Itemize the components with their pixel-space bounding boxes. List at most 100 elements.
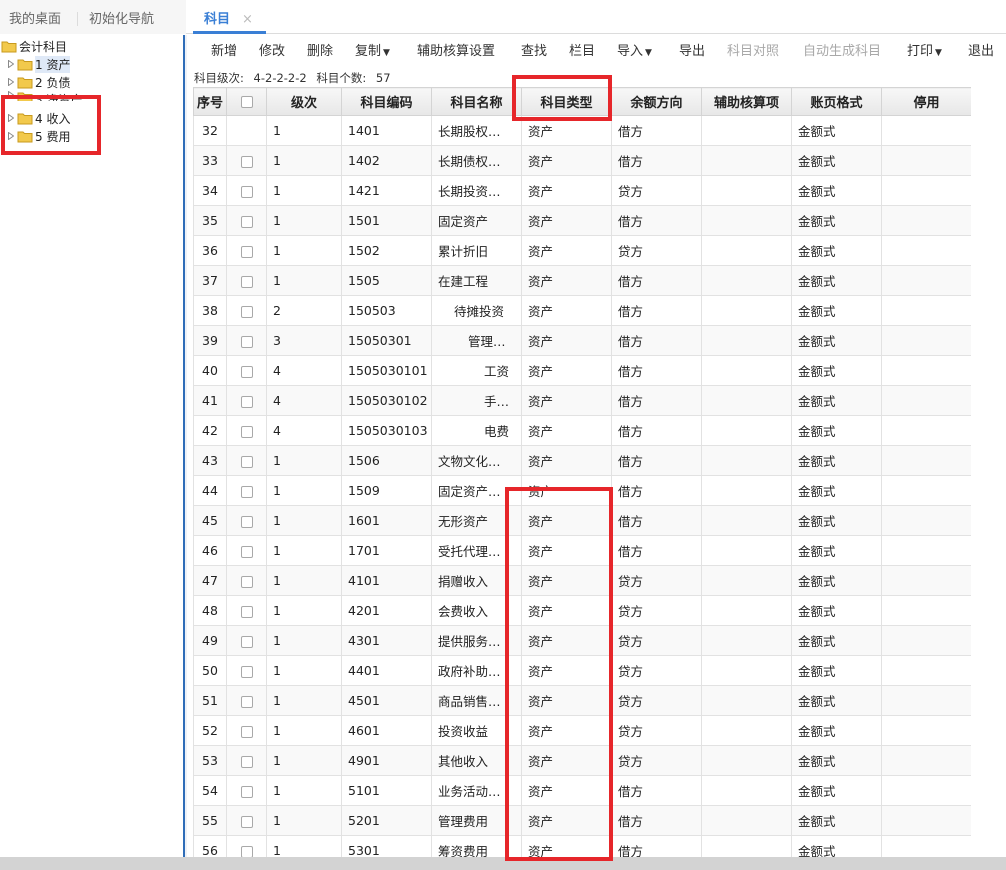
row-checkbox[interactable]	[240, 605, 253, 618]
table-row[interactable]: 33 1 1402 长期债权… 资产 借方 金额式	[193, 145, 971, 176]
row-checkbox[interactable]	[240, 215, 253, 228]
row-checkbox[interactable]	[240, 335, 253, 348]
cell-checkbox[interactable]	[226, 715, 267, 746]
cell-checkbox[interactable]	[226, 355, 267, 386]
table-row[interactable]: 54 1 5101 业务活动… 资产 借方 金额式	[193, 775, 971, 806]
col-header-disabled[interactable]: 停用	[881, 87, 971, 116]
row-checkbox[interactable]	[240, 455, 253, 468]
table-row[interactable]: 50 1 4401 政府补助… 资产 贷方 金额式	[193, 655, 971, 686]
row-checkbox[interactable]	[240, 275, 253, 288]
table-row[interactable]: 45 1 1601 无形资产 资产 借方 金额式	[193, 505, 971, 536]
table-row[interactable]: 52 1 4601 投资收益 资产 贷方 金额式	[193, 715, 971, 746]
table-row[interactable]: 47 1 4101 捐赠收入 资产 贷方 金额式	[193, 565, 971, 596]
cell-checkbox[interactable]	[226, 655, 267, 686]
cell-checkbox[interactable]	[226, 145, 267, 176]
row-checkbox[interactable]	[240, 815, 253, 828]
copy-button[interactable]: 复制 ▼	[355, 35, 390, 69]
col-header-ledger-format[interactable]: 账页格式	[791, 87, 882, 116]
table-row[interactable]: 43 1 1506 文物文化… 资产 借方 金额式	[193, 445, 971, 476]
cell-checkbox[interactable]	[226, 565, 267, 596]
row-checkbox[interactable]	[240, 425, 253, 438]
col-header-type[interactable]: 科目类型	[521, 87, 612, 116]
cell-checkbox[interactable]	[226, 685, 267, 716]
table-row[interactable]: 56 1 5301 筹资费用 资产 借方 金额式	[193, 835, 971, 857]
cell-checkbox[interactable]	[226, 475, 267, 506]
cell-checkbox[interactable]	[226, 745, 267, 776]
expand-arrow-icon[interactable]	[8, 60, 14, 68]
row-checkbox[interactable]	[240, 755, 253, 768]
row-checkbox[interactable]	[240, 395, 253, 408]
col-header-code[interactable]: 科目编码	[341, 87, 432, 116]
table-row[interactable]: 49 1 4301 提供服务… 资产 贷方 金额式	[193, 625, 971, 656]
export-button[interactable]: 导出	[679, 35, 705, 69]
table-row[interactable]: 53 1 4901 其他收入 资产 贷方 金额式	[193, 745, 971, 776]
cell-checkbox[interactable]	[226, 115, 267, 146]
cell-checkbox[interactable]	[226, 595, 267, 626]
row-checkbox[interactable]	[240, 845, 253, 857]
expand-arrow-icon[interactable]	[8, 114, 14, 122]
row-checkbox[interactable]	[240, 305, 253, 318]
table-row[interactable]: 42 4 1505030103 电费 资产 借方 金额式	[193, 415, 971, 446]
table-row[interactable]: 36 1 1502 累计折旧 资产 贷方 金额式	[193, 235, 971, 266]
subject-mapping-button[interactable]: 科目对照	[727, 35, 779, 69]
table-row[interactable]: 40 4 1505030101 工资 资产 借方 金额式	[193, 355, 971, 386]
col-header-aux-accounting[interactable]: 辅助核算项	[701, 87, 792, 116]
cell-checkbox[interactable]	[226, 805, 267, 836]
horizontal-scrollbar[interactable]	[0, 857, 1006, 870]
row-checkbox[interactable]	[240, 545, 253, 558]
delete-button[interactable]: 删除	[307, 35, 333, 69]
tree-item-assets[interactable]: 1 资产	[8, 55, 71, 73]
tab-my-desktop[interactable]: 我的桌面	[9, 0, 61, 34]
table-row[interactable]: 41 4 1505030102 手… 资产 借方 金额式	[193, 385, 971, 416]
col-header-index[interactable]: 序号	[193, 87, 227, 116]
tree-item-expenses[interactable]: 5 费用	[8, 127, 70, 145]
row-checkbox[interactable]	[240, 575, 253, 588]
cell-checkbox[interactable]	[226, 325, 267, 356]
cell-checkbox[interactable]	[226, 205, 267, 236]
col-header-balance-direction[interactable]: 余额方向	[611, 87, 702, 116]
row-checkbox[interactable]	[240, 725, 253, 738]
cell-checkbox[interactable]	[226, 445, 267, 476]
table-row[interactable]: 39 3 15050301 管理… 资产 借方 金额式	[193, 325, 971, 356]
pane-splitter[interactable]	[183, 35, 187, 857]
tree-root[interactable]: 会计科目	[1, 37, 67, 55]
cell-checkbox[interactable]	[226, 235, 267, 266]
row-checkbox[interactable]	[240, 185, 253, 198]
print-button[interactable]: 打印 ▼	[907, 35, 942, 69]
expand-arrow-icon[interactable]	[8, 78, 14, 86]
tree-item-liabilities[interactable]: 2 负债	[8, 73, 70, 91]
table-row[interactable]: 51 1 4501 商品销售… 资产 贷方 金额式	[193, 685, 971, 716]
table-row[interactable]: 55 1 5201 管理费用 资产 借方 金额式	[193, 805, 971, 836]
aux-accounting-settings-button[interactable]: 辅助核算设置	[417, 35, 495, 69]
col-header-select-all[interactable]	[226, 87, 267, 116]
cell-checkbox[interactable]	[226, 625, 267, 656]
table-row[interactable]: 32 1 1401 长期股权… 资产 借方 金额式	[193, 115, 971, 146]
cell-checkbox[interactable]	[226, 385, 267, 416]
row-checkbox[interactable]	[240, 365, 253, 378]
import-button[interactable]: 导入 ▼	[617, 35, 652, 69]
select-all-checkbox[interactable]	[240, 95, 253, 108]
new-button[interactable]: 新增	[211, 35, 237, 69]
table-row[interactable]: 46 1 1701 受托代理… 资产 借方 金额式	[193, 535, 971, 566]
table-row[interactable]: 34 1 1421 长期投资… 资产 贷方 金额式	[193, 175, 971, 206]
row-checkbox[interactable]	[240, 665, 253, 678]
cell-checkbox[interactable]	[226, 415, 267, 446]
row-checkbox[interactable]	[240, 785, 253, 798]
col-header-level[interactable]: 级次	[266, 87, 342, 116]
row-checkbox[interactable]	[240, 485, 253, 498]
columns-button[interactable]: 栏目	[569, 35, 595, 69]
cell-checkbox[interactable]	[226, 835, 267, 857]
cell-checkbox[interactable]	[226, 505, 267, 536]
cell-checkbox[interactable]	[226, 535, 267, 566]
exit-button[interactable]: 退出	[968, 35, 994, 69]
col-header-name[interactable]: 科目名称	[431, 87, 522, 116]
tree-item-net-assets[interactable]: 3 净资产	[8, 91, 82, 101]
auto-generate-subject-button[interactable]: 自动生成科目	[803, 35, 881, 69]
tree-item-income[interactable]: 4 收入	[8, 109, 70, 127]
table-row[interactable]: 38 2 150503 待摊投资 资产 借方 金额式	[193, 295, 971, 326]
table-row[interactable]: 48 1 4201 会费收入 资产 贷方 金额式	[193, 595, 971, 626]
tab-close-icon[interactable]: ×	[242, 0, 253, 34]
cell-checkbox[interactable]	[226, 265, 267, 296]
expand-arrow-icon[interactable]	[8, 91, 14, 99]
cell-checkbox[interactable]	[226, 775, 267, 806]
